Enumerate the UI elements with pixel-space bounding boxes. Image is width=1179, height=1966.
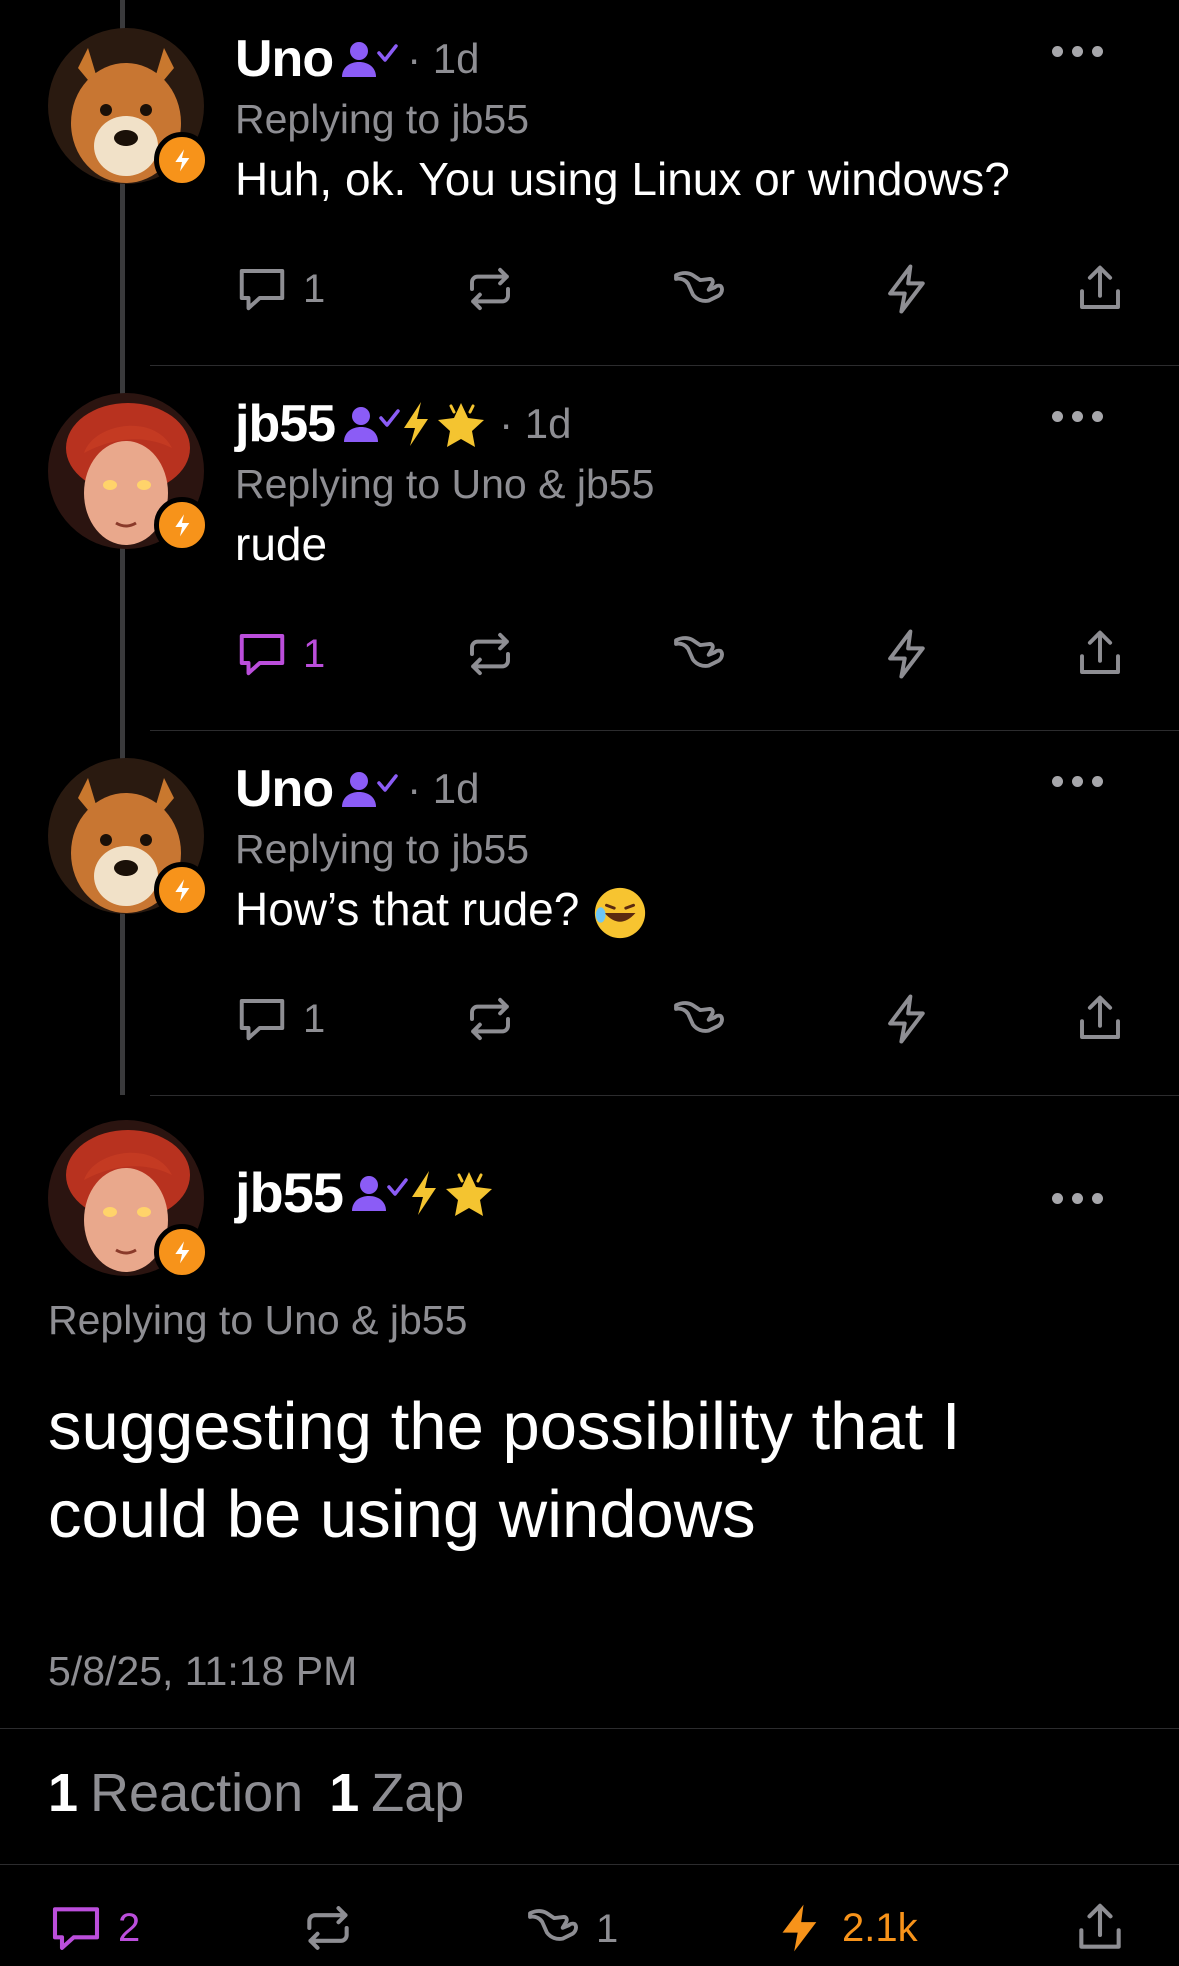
- zap-button[interactable]: [880, 262, 934, 316]
- thread-post[interactable]: Uno · 1d Replying to jb55 Huh, ok. You u…: [0, 0, 1179, 365]
- post-text: How’s that rude?: [235, 883, 580, 935]
- verified-icon: [339, 39, 399, 79]
- bolt-badge-icon: [154, 497, 210, 553]
- reply-count: 1: [303, 266, 326, 311]
- repost-icon: [463, 992, 517, 1046]
- post-time: · 1d: [407, 765, 480, 812]
- zaps-stat[interactable]: 1 Zap: [329, 1762, 464, 1824]
- share-button[interactable]: [1073, 262, 1127, 316]
- reactions-count: 1: [48, 1763, 79, 1823]
- repost-button[interactable]: [463, 627, 517, 681]
- like-count: 1: [596, 1906, 619, 1951]
- like-button[interactable]: [670, 262, 728, 320]
- verified-icon: [349, 1173, 409, 1213]
- bolt-badge-icon: [154, 1224, 210, 1280]
- shaka-icon: [670, 262, 728, 320]
- replying-to[interactable]: Replying to Uno & jb55: [48, 1297, 467, 1344]
- like-button[interactable]: 1: [524, 1900, 618, 1958]
- zap-icon: [772, 1900, 828, 1956]
- zaps-label: Zap: [371, 1763, 465, 1823]
- post-content: Huh, ok. You using Linux or windows?: [235, 153, 1010, 205]
- main-action-bar: 2 1 2.1k: [48, 1900, 1138, 1966]
- thread-post[interactable]: Uno · 1d Replying to jb55 How’s that rud…: [0, 730, 1179, 1095]
- post-content: rude: [235, 518, 328, 570]
- share-icon: [1073, 992, 1127, 1046]
- replying-to[interactable]: Replying to Uno & jb55: [235, 461, 654, 508]
- reply-count: 2: [118, 1905, 141, 1950]
- reply-button[interactable]: 1: [235, 627, 325, 681]
- share-icon: [1072, 1900, 1128, 1956]
- zap-button[interactable]: [880, 627, 934, 681]
- reactions-stat[interactable]: 1 Reaction: [48, 1762, 303, 1824]
- reply-icon: [235, 627, 289, 681]
- author-name[interactable]: Uno: [235, 29, 334, 89]
- zaps-count: 1: [329, 1763, 360, 1823]
- verified-icon: [339, 769, 399, 809]
- author-name[interactable]: jb55: [235, 1160, 344, 1225]
- star-badge-icon: [431, 400, 491, 448]
- repost-icon: [463, 262, 517, 316]
- more-icon[interactable]: [1052, 776, 1103, 787]
- share-button[interactable]: [1072, 1900, 1128, 1956]
- post-content: suggesting the possibility that I could …: [48, 1389, 961, 1552]
- divider: [150, 1095, 1179, 1096]
- bolt-badge-icon: [154, 862, 210, 918]
- repost-button[interactable]: [463, 992, 517, 1046]
- replying-to[interactable]: Replying to jb55: [235, 826, 529, 873]
- more-icon[interactable]: [1052, 46, 1103, 57]
- like-button[interactable]: [670, 627, 728, 685]
- reply-button[interactable]: 2: [48, 1900, 140, 1956]
- repost-icon: [300, 1900, 356, 1956]
- post-content: How’s that rude?: [235, 882, 649, 942]
- more-icon[interactable]: [1052, 411, 1103, 422]
- reply-icon: [235, 992, 289, 1046]
- post-time: · 1d: [407, 35, 480, 82]
- zap-button[interactable]: [880, 992, 934, 1046]
- zap-button[interactable]: 2.1k: [772, 1900, 918, 1956]
- zap-icon: [880, 262, 934, 316]
- repost-icon: [463, 627, 517, 681]
- post-stats: 1 Reaction 1 Zap: [48, 1762, 464, 1824]
- bolt-icon: [409, 1169, 439, 1217]
- zap-amount: 2.1k: [842, 1905, 918, 1950]
- verified-icon: [341, 404, 401, 444]
- shaka-icon: [670, 627, 728, 685]
- star-badge-icon: [439, 1169, 499, 1217]
- divider: [0, 1864, 1179, 1865]
- bolt-badge-icon: [154, 132, 210, 188]
- share-icon: [1073, 627, 1127, 681]
- zap-icon: [880, 992, 934, 1046]
- shaka-icon: [524, 1900, 582, 1958]
- zap-icon: [880, 627, 934, 681]
- post-time: · 1d: [499, 400, 572, 447]
- share-button[interactable]: [1073, 627, 1127, 681]
- bolt-icon: [401, 400, 431, 448]
- post-timestamp: 5/8/25, 11:18 PM: [48, 1648, 358, 1694]
- share-button[interactable]: [1073, 992, 1127, 1046]
- reply-count: 1: [303, 996, 326, 1041]
- author-name[interactable]: jb55: [235, 394, 336, 454]
- reply-button[interactable]: 1: [235, 992, 325, 1046]
- repost-button[interactable]: [463, 262, 517, 316]
- thread-post[interactable]: jb55 · 1d Replying to Uno & jb55 rude 1: [0, 365, 1179, 730]
- reply-button[interactable]: 1: [235, 262, 325, 316]
- shaka-icon: [670, 992, 728, 1050]
- author-name[interactable]: Uno: [235, 759, 334, 819]
- reply-icon: [235, 262, 289, 316]
- divider: [0, 1728, 1179, 1729]
- reactions-label: Reaction: [90, 1763, 304, 1823]
- reply-count: 1: [303, 631, 326, 676]
- share-icon: [1073, 262, 1127, 316]
- repost-button[interactable]: [300, 1900, 356, 1956]
- replying-to[interactable]: Replying to jb55: [235, 96, 529, 143]
- like-button[interactable]: [670, 992, 728, 1050]
- reply-icon: [48, 1900, 104, 1956]
- laughing-emoji-icon: [591, 884, 649, 942]
- more-icon[interactable]: [1052, 1193, 1103, 1204]
